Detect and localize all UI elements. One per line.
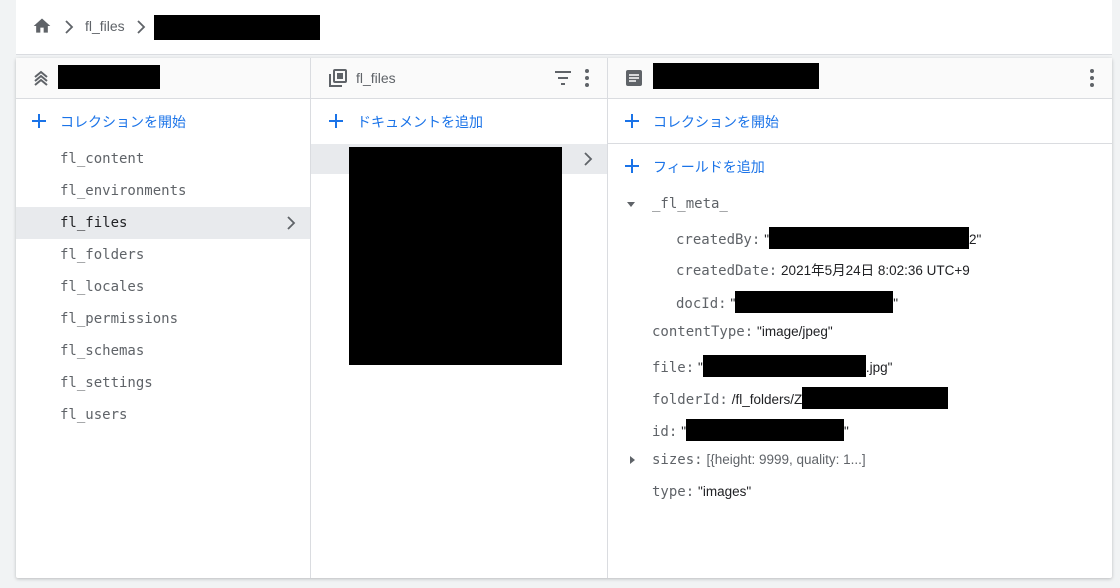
collection-label: fl_schemas xyxy=(60,343,145,359)
collection-item-fl-permissions[interactable]: fl_permissions xyxy=(16,303,310,335)
field-type[interactable]: type: "images" xyxy=(652,483,751,503)
redacted-value xyxy=(802,387,949,409)
plus-icon xyxy=(32,114,46,128)
more-vert-icon[interactable] xyxy=(1089,68,1095,88)
plus-icon xyxy=(329,114,343,128)
field-value-tail: 2" xyxy=(968,232,982,247)
collection-item-fl-content[interactable]: fl_content xyxy=(16,143,310,175)
field-value: /fl_folders/Z xyxy=(731,392,803,407)
filter-icon[interactable] xyxy=(553,70,573,86)
collection-item-fl-files[interactable]: fl_files xyxy=(16,207,310,239)
field-key: type: xyxy=(652,484,695,500)
documents-panel-title: fl_files xyxy=(356,70,396,86)
add-document-button[interactable]: ドキュメントを追加 xyxy=(311,99,607,143)
firestore-data-panel: コレクションを開始 fl_content fl_environments fl_… xyxy=(16,58,1112,578)
breadcrumb: fl_files xyxy=(16,0,1112,55)
collection-label: fl_folders xyxy=(60,247,145,263)
collection-item-fl-locales[interactable]: fl_locales xyxy=(16,271,310,303)
document-icon xyxy=(626,70,642,86)
redacted-breadcrumb-item[interactable] xyxy=(154,15,320,40)
field-value: 2021年5月24日 8:02:36 UTC+9 xyxy=(781,263,970,278)
redacted-value xyxy=(685,419,844,441)
triangle-right-icon[interactable] xyxy=(627,455,637,465)
more-vert-icon[interactable] xyxy=(584,68,590,88)
start-subcollection-label: コレクションを開始 xyxy=(653,114,779,130)
chevron-right-icon xyxy=(287,216,296,230)
start-collection-label: コレクションを開始 xyxy=(60,114,186,130)
redacted-value xyxy=(702,355,866,377)
chevron-right-icon xyxy=(137,20,146,34)
redacted-document-id xyxy=(653,63,819,89)
collection-label: fl_permissions xyxy=(60,311,179,327)
field-key: folderId: xyxy=(652,392,728,408)
field-key: docId: xyxy=(676,296,727,312)
collection-item-fl-schemas[interactable]: fl_schemas xyxy=(16,335,310,367)
field-key: contentType: xyxy=(652,324,754,340)
collection-item-fl-settings[interactable]: fl_settings xyxy=(16,367,310,399)
field-file[interactable]: file: " .jpg" xyxy=(652,355,893,377)
field-key: _fl_meta_ xyxy=(652,196,728,212)
field-folder-id[interactable]: folderId: /fl_folders/Z xyxy=(652,387,949,409)
field-value-tail: " xyxy=(893,296,899,311)
field-key: sizes: xyxy=(652,452,703,468)
field-key: id: xyxy=(652,424,678,440)
field-doc-id[interactable]: docId: " " xyxy=(676,291,899,313)
chevron-right-icon xyxy=(584,152,593,166)
document-header xyxy=(608,58,1112,99)
collection-label: fl_locales xyxy=(60,279,145,295)
collection-item-fl-folders[interactable]: fl_folders xyxy=(16,239,310,271)
add-field-label: フィールドを追加 xyxy=(653,159,765,175)
redacted-value xyxy=(768,227,969,249)
field-created-by[interactable]: createdBy: " 2" xyxy=(676,227,982,249)
start-collection-button[interactable]: コレクションを開始 xyxy=(16,99,310,143)
field-key: createdBy: xyxy=(676,232,761,248)
field-content-type[interactable]: contentType: "image/jpeg" xyxy=(652,323,833,343)
collection-label: fl_files xyxy=(60,215,128,231)
collection-label: fl_environments xyxy=(60,183,187,199)
field-created-date[interactable]: createdDate: 2021年5月24日 8:02:36 UTC+9 xyxy=(676,259,970,279)
collection-label: fl_users xyxy=(60,407,128,423)
redacted-document-list xyxy=(349,147,562,365)
field-value: "image/jpeg" xyxy=(757,324,833,339)
add-field-button[interactable]: フィールドを追加 xyxy=(608,144,1112,188)
start-subcollection-button[interactable]: コレクションを開始 xyxy=(608,99,1112,144)
home-icon[interactable] xyxy=(31,16,53,36)
collection-label: fl_content xyxy=(60,151,145,167)
collections-header xyxy=(16,58,310,99)
collection-item-fl-environments[interactable]: fl_environments xyxy=(16,175,310,207)
collection-icon xyxy=(329,69,347,87)
breadcrumb-item-fl-files[interactable]: fl_files xyxy=(85,18,125,34)
field-id[interactable]: id: " " xyxy=(652,419,849,441)
field-value-tail: " xyxy=(843,424,849,439)
plus-icon xyxy=(625,159,639,173)
field-fl-meta[interactable]: _fl_meta_ xyxy=(652,195,728,215)
documents-column: fl_files ドキュメントを追加 xyxy=(311,58,608,578)
plus-icon xyxy=(625,114,639,128)
redacted-database-name xyxy=(58,65,160,89)
triangle-down-icon[interactable] xyxy=(626,199,636,209)
documents-header: fl_files xyxy=(311,58,607,99)
redacted-value xyxy=(735,291,894,313)
collections-column: コレクションを開始 fl_content fl_environments fl_… xyxy=(16,58,311,578)
database-icon xyxy=(34,70,48,86)
chevron-right-icon xyxy=(65,20,74,34)
field-value: [{height: 9999, quality: 1...] xyxy=(706,452,866,467)
add-document-label: ドキュメントを追加 xyxy=(357,114,483,130)
field-sizes[interactable]: sizes: [{height: 9999, quality: 1...] xyxy=(652,451,866,471)
document-column: コレクションを開始 フィールドを追加 _fl_meta_ createdBy: … xyxy=(608,58,1112,578)
collection-label: fl_settings xyxy=(60,375,153,391)
field-value-tail: .jpg" xyxy=(865,360,893,375)
field-key: createdDate: xyxy=(676,263,778,279)
field-value: "images" xyxy=(698,484,752,499)
field-key: file: xyxy=(652,360,695,376)
collection-item-fl-users[interactable]: fl_users xyxy=(16,399,310,431)
